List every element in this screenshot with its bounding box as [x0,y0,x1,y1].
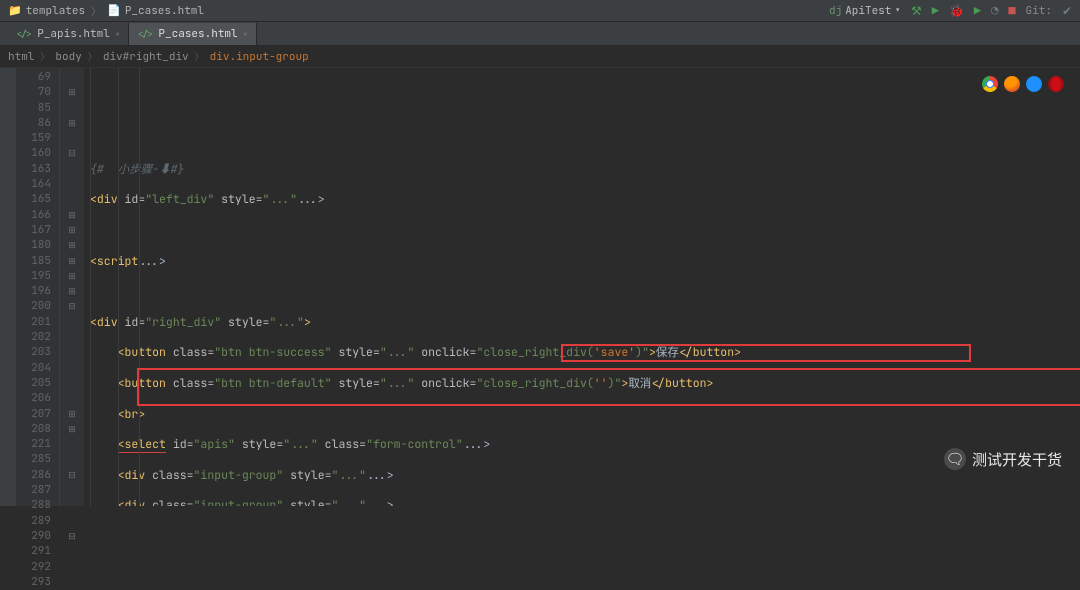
close-icon[interactable]: × [243,28,248,40]
coverage-icon[interactable]: ▶ [974,3,981,19]
tab-p-apis[interactable]: </> P_apis.html × [8,23,129,45]
editor-tabs: </> P_apis.html × </> P_cases.html × [0,22,1080,46]
path-crumbs: 📁 templates 〉 📄 P_cases.html [8,3,204,18]
fold-icon[interactable]: ⊟ [60,468,84,483]
watermark: 🗨 测试开发干货 [944,448,1062,470]
chrome-icon[interactable] [982,76,998,92]
code-area[interactable]: {# 小步骤-⬇#} <div id="left_div" style="...… [84,68,1080,506]
chevron-right-icon: 〉 [91,3,101,18]
fold-icon[interactable]: ⊞ [60,284,84,299]
firefox-icon[interactable] [1004,76,1020,92]
fold-icon[interactable]: ⊞ [60,85,84,100]
tab-label: P_apis.html [37,27,110,41]
watermark-text: 测试开发干货 [972,449,1062,470]
html-icon: </> [16,28,32,40]
fold-icon[interactable]: ⊞ [60,208,84,223]
fold-column: ⊞⊞⊟⊞⊞⊞⊞⊞⊞⊟⊞⊞⊟⊟ [60,68,84,506]
project-path-bar: 📁 templates 〉 📄 P_cases.html djApiTest ▾… [0,0,1080,22]
fold-icon[interactable]: ⊞ [60,407,84,422]
debug-icon[interactable]: 🐞 [949,3,964,19]
chevron-right-icon: 〉 [88,50,97,63]
opera-icon[interactable] [1048,76,1064,92]
stop-icon[interactable]: ■ [1008,3,1015,19]
git-label: Git: [1026,4,1052,18]
folder-icon: 📁 [8,4,22,18]
wechat-icon: 🗨 [944,448,966,470]
chevron-right-icon: 〉 [195,50,204,63]
folder-name[interactable]: templates [26,4,85,18]
bc-body[interactable]: body [55,50,81,64]
git-branch-icon[interactable]: ✔ [1062,3,1072,19]
html-icon: </> [137,28,153,40]
tab-label: P_cases.html [158,27,237,41]
fold-icon[interactable]: ⊟ [60,146,84,161]
fold-icon[interactable]: ⊞ [60,269,84,284]
profiler-icon[interactable]: ◔ [991,3,998,19]
tab-p-cases[interactable]: </> P_cases.html × [129,23,257,45]
file-name[interactable]: P_cases.html [125,4,204,18]
hammer-icon[interactable]: ⚒ [911,3,922,19]
run-icon[interactable]: ▶ [932,3,939,19]
bc-html[interactable]: html [8,50,34,64]
fold-icon[interactable]: ⊞ [60,116,84,131]
toolbar-right: djApiTest ▾ ⚒ ▶ 🐞 ▶ ◔ ■ Git: ✔ [829,3,1072,19]
bc-input-group[interactable]: div.input-group [210,50,309,64]
browser-preview-icons [982,76,1064,92]
file-icon: 📄 [107,4,121,18]
code-editor[interactable]: 6970858615916016316416516616718018519519… [0,68,1080,506]
close-icon[interactable]: × [115,28,120,40]
fold-icon[interactable]: ⊟ [60,529,84,544]
fold-icon[interactable]: ⊞ [60,238,84,253]
fold-icon[interactable]: ⊟ [60,299,84,314]
left-gutter-strip [0,68,16,506]
safari-icon[interactable] [1026,76,1042,92]
chevron-right-icon: 〉 [40,50,49,63]
fold-icon[interactable]: ⊞ [60,223,84,238]
run-config[interactable]: djApiTest ▾ [829,4,901,18]
bc-div-right[interactable]: div#right_div [103,50,189,64]
line-numbers: 6970858615916016316416516616718018519519… [16,68,60,506]
code-breadcrumb: html 〉 body 〉 div#right_div 〉 div.input-… [0,46,1080,68]
fold-icon[interactable]: ⊞ [60,254,84,269]
fold-icon[interactable]: ⊞ [60,422,84,437]
